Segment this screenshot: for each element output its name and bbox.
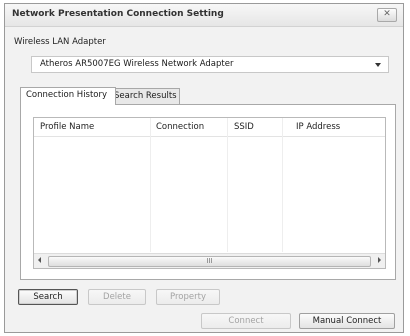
tab-connection-history[interactable]: Connection History	[20, 87, 116, 105]
column-divider	[227, 118, 228, 252]
adapter-dropdown[interactable]: Atheros AR5007EG Wireless Network Adapte…	[31, 56, 389, 73]
scrollbar-grip: III	[206, 257, 213, 265]
scroll-left-icon[interactable]	[38, 257, 41, 263]
manual-connect-button[interactable]: Manual Connect	[299, 313, 395, 329]
horizontal-scrollbar[interactable]: III	[34, 253, 385, 268]
property-button[interactable]: Property	[156, 289, 220, 305]
column-header-connection[interactable]: Connection	[156, 122, 204, 132]
scrollbar-thumb[interactable]: III	[48, 256, 371, 267]
connect-button[interactable]: Connect	[201, 313, 291, 329]
dialog-window: Network Presentation Connection Setting …	[4, 3, 404, 333]
tab-label: Search Results	[114, 91, 177, 101]
column-header-ip-address[interactable]: IP Address	[296, 122, 340, 132]
scroll-right-icon[interactable]	[378, 257, 381, 263]
list-header: Profile Name Connection SSID IP Address	[34, 118, 385, 137]
column-header-profile-name[interactable]: Profile Name	[40, 122, 94, 132]
column-divider	[150, 118, 151, 252]
adapter-label: Wireless LAN Adapter	[14, 37, 106, 47]
column-header-ssid[interactable]: SSID	[234, 122, 254, 132]
tab-panel: Profile Name Connection SSID IP Address …	[20, 104, 396, 280]
chevron-down-icon	[375, 63, 381, 67]
tab-label: Connection History	[26, 90, 108, 100]
adapter-selected-value: Atheros AR5007EG Wireless Network Adapte…	[40, 59, 234, 69]
connection-list[interactable]: Profile Name Connection SSID IP Address …	[33, 117, 386, 269]
close-button[interactable]: ✕	[377, 8, 397, 22]
tab-search-results[interactable]: Search Results	[108, 88, 180, 104]
close-icon: ✕	[383, 9, 391, 19]
delete-button[interactable]: Delete	[88, 289, 146, 305]
search-button[interactable]: Search	[18, 289, 78, 305]
column-divider	[282, 118, 283, 252]
dialog-title: Network Presentation Connection Setting	[12, 9, 224, 19]
title-bar: Network Presentation Connection Setting …	[5, 4, 403, 27]
